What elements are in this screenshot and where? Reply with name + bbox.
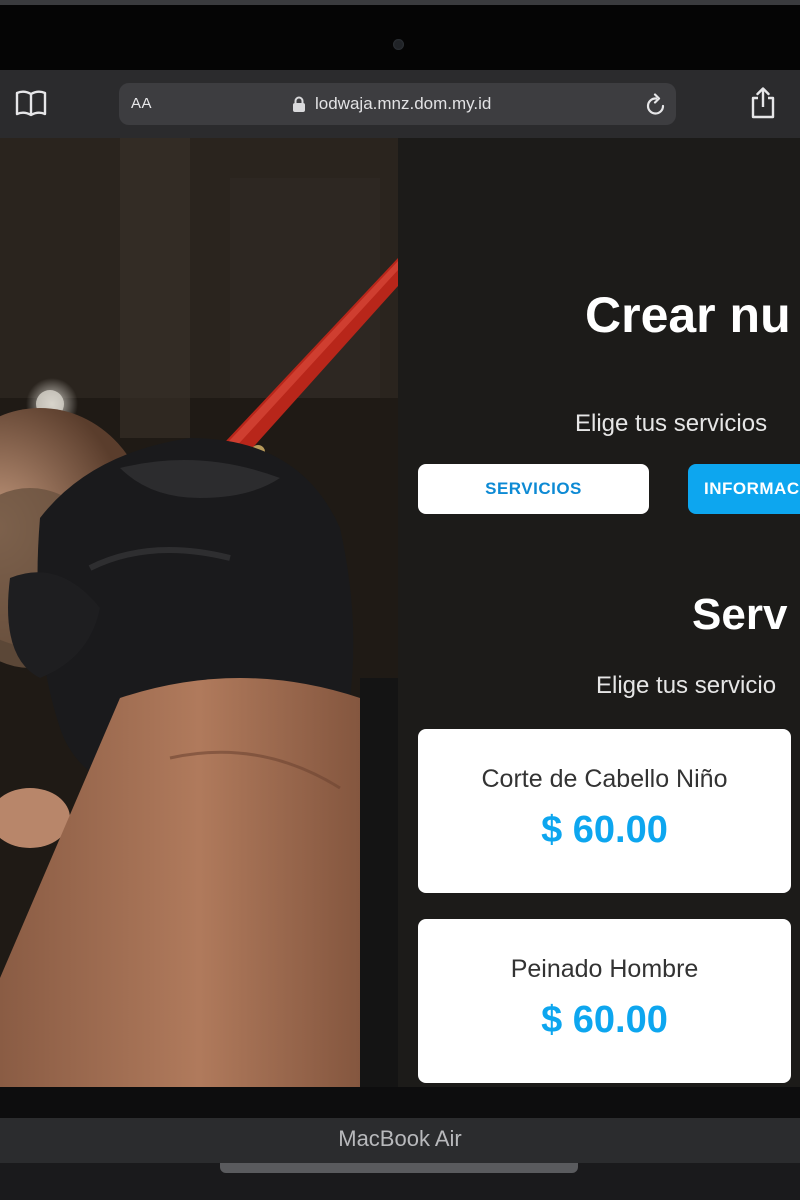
laptop-lip	[0, 1163, 800, 1200]
web-page: Crear nu Elige tus servicios SERVICIOS I…	[0, 138, 800, 1087]
book-icon[interactable]	[14, 88, 48, 118]
service-name: Corte de Cabello Niño	[481, 765, 728, 793]
service-name: Peinado Hombre	[510, 955, 699, 983]
share-icon[interactable]	[749, 86, 777, 120]
browser-toolbar: AA lodwaja.mnz.dom.my.id	[0, 70, 800, 138]
service-price: $ 60.00	[541, 999, 668, 1041]
service-card[interactable]: Peinado Hombre $ 60.00	[418, 919, 791, 1083]
device-label: MacBook Air	[338, 1126, 462, 1151]
laptop-base: MacBook Air	[0, 1118, 800, 1163]
booking-panel: Crear nu Elige tus servicios SERVICIOS I…	[398, 138, 800, 1087]
tab-informacion[interactable]: INFORMAC	[688, 464, 800, 514]
section-title: Serv	[692, 590, 788, 639]
section-subtitle: Elige tus servicio	[596, 672, 777, 699]
camera-icon	[393, 39, 404, 50]
url-text[interactable]: lodwaja.mnz.dom.my.id	[315, 94, 491, 114]
laptop-notch	[220, 1163, 578, 1173]
screen-hinge	[0, 1087, 800, 1118]
tab-servicios[interactable]: SERVICIOS	[418, 464, 649, 514]
reload-icon[interactable]	[645, 93, 667, 117]
page-subtitle: Elige tus servicios	[575, 410, 768, 437]
lock-icon	[293, 96, 305, 112]
service-price: $ 60.00	[541, 809, 668, 851]
laptop-bezel	[0, 0, 800, 70]
address-bar[interactable]: AA lodwaja.mnz.dom.my.id	[119, 83, 676, 125]
text-size-button[interactable]: AA	[131, 95, 152, 112]
barber-shaving-beard-photo	[0, 138, 398, 1087]
bezel-rim	[0, 0, 800, 5]
service-card[interactable]: Corte de Cabello Niño $ 60.00	[418, 729, 791, 893]
page-title: Crear nu	[585, 287, 791, 343]
